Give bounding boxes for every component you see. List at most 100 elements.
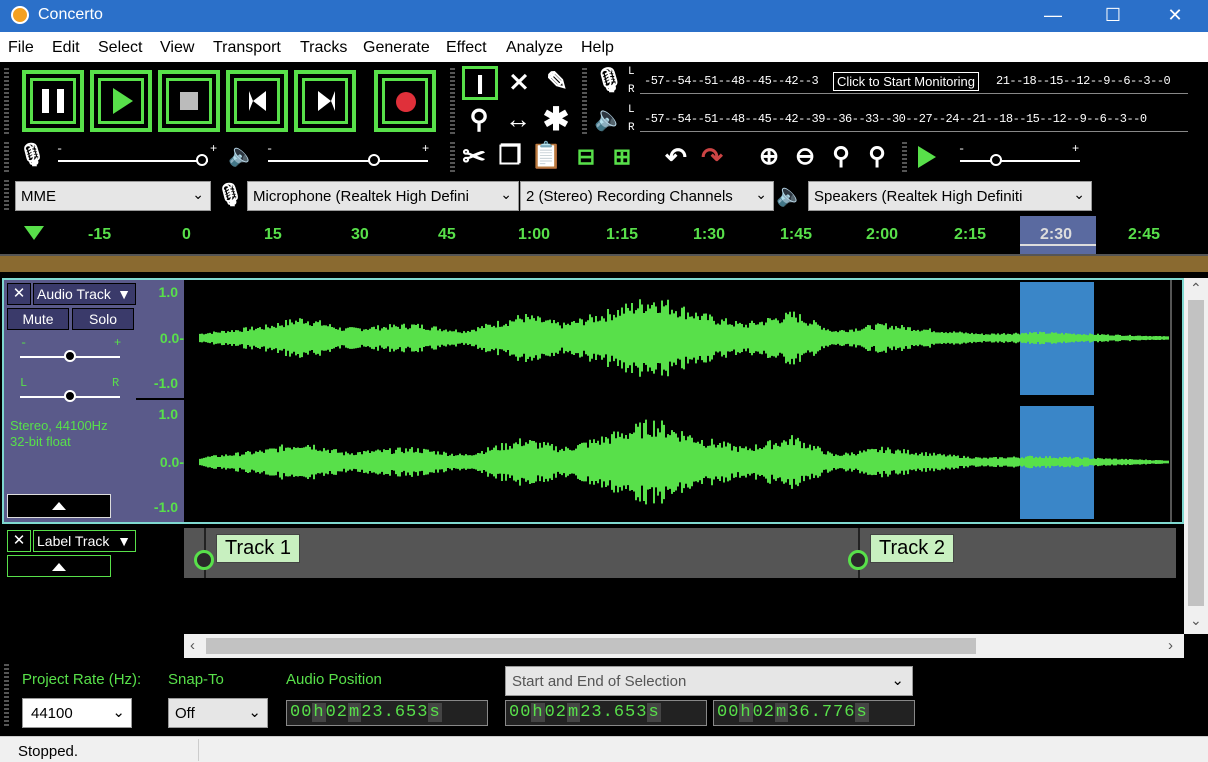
mute-button[interactable]: Mute [7,308,69,330]
pause-button[interactable] [22,70,84,132]
skip-to-end-button[interactable] [294,70,356,132]
draw-tool-icon[interactable]: ✎ [540,66,574,97]
close-label-track-icon[interactable]: ✕ [7,530,31,552]
audio-track-name: Audio Track [37,286,111,302]
selection-toolbar-grip[interactable] [4,664,9,728]
play-vol-minus: - [266,142,273,156]
pan-knob[interactable] [64,390,76,402]
toolbar-grip[interactable] [4,68,9,136]
record-meter[interactable]: -57--54--51--48--45--42--3 Click to Star… [640,70,1188,94]
horizontal-scrollbar[interactable]: ‹ › [184,634,1184,658]
scroll-right-icon[interactable]: › [1168,637,1173,654]
paste-icon[interactable]: 📋 [530,140,562,171]
play-button[interactable] [90,70,152,132]
label-track-area[interactable]: Track 1 Track 2 [184,528,1176,578]
timeshift-tool-icon[interactable]: ↔ [500,104,536,135]
menu-tracks[interactable]: Tracks [300,39,347,57]
project-rate-dropdown[interactable]: 44100 ⌄ [22,698,132,728]
selection-mode-dropdown[interactable]: Start and End of Selection ⌄ [505,666,913,696]
recording-volume-slider[interactable] [58,160,208,162]
menu-generate[interactable]: Generate [363,39,430,57]
playback-device-dropdown[interactable]: Speakers (Realtek High Definiti ⌄ [808,181,1092,211]
close-button[interactable]: ✕ [1152,0,1198,32]
recording-channels-dropdown[interactable]: 2 (Stereo) Recording Channels ⌄ [520,181,774,211]
fit-selection-icon[interactable]: ⚲ [826,142,856,171]
audio-host-dropdown[interactable]: MME ⌄ [15,181,211,211]
fit-project-icon[interactable]: ⚲ [862,142,892,171]
play-speed-slider[interactable] [960,160,1080,162]
play-speed-knob[interactable] [990,154,1002,166]
selection-end-time[interactable]: 00h02m36.776s [713,700,915,726]
audio-position-time[interactable]: 00h02m23.653s [286,700,488,726]
minimize-button[interactable]: — [1030,0,1076,32]
maximize-button[interactable]: ☐ [1090,0,1136,32]
label-marker-icon[interactable] [194,550,214,570]
collapse-label-track-button[interactable] [7,555,111,577]
start-monitoring-button[interactable]: Click to Start Monitoring [833,72,979,91]
selection-start-time[interactable]: 00h02m23.653s [505,700,707,726]
chevron-down-icon: ▼ [117,286,131,302]
label-track-2[interactable]: Track 2 [870,534,954,563]
trim-audio-icon[interactable]: ⊟ [570,144,602,170]
menu-view[interactable]: View [160,39,194,57]
menu-edit[interactable]: Edit [52,39,80,57]
scrub-bar[interactable] [0,256,1208,272]
play-speed-grip[interactable] [902,142,907,174]
cut-icon[interactable]: ✂ [458,140,490,173]
undo-icon[interactable]: ↶ [660,142,692,173]
snap-to-dropdown[interactable]: Off ⌄ [168,698,268,728]
status-text: Stopped. [18,743,79,760]
redo-icon[interactable]: ↷ [696,142,728,173]
zoom-out-icon[interactable]: ⊖ [790,142,820,171]
silence-audio-icon[interactable]: ⊞ [606,144,638,170]
vertical-scrollbar[interactable]: ⌃ ⌄ [1184,278,1208,634]
tick-label: 0 [182,226,191,243]
playback-meter[interactable]: -57--54--51--48--45--42--39--36--33--30-… [640,108,1188,132]
edit-grip[interactable] [450,142,455,174]
scroll-down-icon[interactable]: ⌄ [1190,612,1202,629]
skip-to-start-button[interactable] [226,70,288,132]
menu-analyze[interactable]: Analyze [506,39,563,57]
gain-knob[interactable] [64,350,76,362]
menu-file[interactable]: File [8,39,34,57]
horizontal-scroll-thumb[interactable] [206,638,976,654]
menu-select[interactable]: Select [98,39,142,57]
stop-button[interactable] [158,70,220,132]
multi-tool-icon[interactable]: ✱ [538,100,574,138]
menu-transport[interactable]: Transport [213,39,281,57]
recording-device-dropdown[interactable]: Microphone (Realtek High Defini ⌄ [247,181,519,211]
label-marker-icon[interactable] [848,550,868,570]
record-meter-mic-icon[interactable]: 🎙 [594,66,624,95]
waveform-area[interactable] [184,280,1172,522]
menu-help[interactable]: Help [581,39,614,57]
copy-icon[interactable]: ❐ [494,140,526,171]
playback-volume-slider[interactable] [268,160,428,162]
audio-track-menu[interactable]: Audio Track ▼ [33,283,136,305]
envelope-tool-icon[interactable]: ⨯ [502,66,536,97]
zoom-tool-icon[interactable]: ⚲ [462,104,496,135]
vertical-scroll-thumb[interactable] [1188,300,1204,606]
zoom-in-icon[interactable]: ⊕ [754,142,784,171]
record-button[interactable] [374,70,436,132]
recording-volume-knob[interactable] [196,154,208,166]
solo-button[interactable]: Solo [72,308,134,330]
mixer-grip[interactable] [4,142,9,174]
menu-effect[interactable]: Effect [446,39,487,57]
vertical-scale[interactable]: 1.0 0.0- -1.0 1.0 0.0- -1.0 [136,280,184,522]
label-track-menu[interactable]: Label Track ▼ [33,530,136,552]
rec-vol-minus: - [56,142,63,156]
play-at-speed-icon[interactable] [918,146,936,168]
collapse-track-button[interactable] [7,494,111,518]
selection-tool-icon[interactable]: I [462,66,498,100]
close-track-icon[interactable]: ✕ [7,283,31,305]
device-grip[interactable] [4,180,9,212]
scroll-up-icon[interactable]: ⌃ [1190,280,1202,297]
playback-volume-knob[interactable] [368,154,380,166]
meter-grip[interactable] [582,68,587,136]
play-head-icon[interactable] [24,226,44,240]
label-track-1[interactable]: Track 1 [216,534,300,563]
scroll-left-icon[interactable]: ‹ [190,637,195,654]
playback-volume-speaker-icon: 🔈 [228,142,256,167]
playback-meter-speaker-icon[interactable]: 🔈 [594,104,624,133]
tools-grip[interactable] [450,68,455,136]
